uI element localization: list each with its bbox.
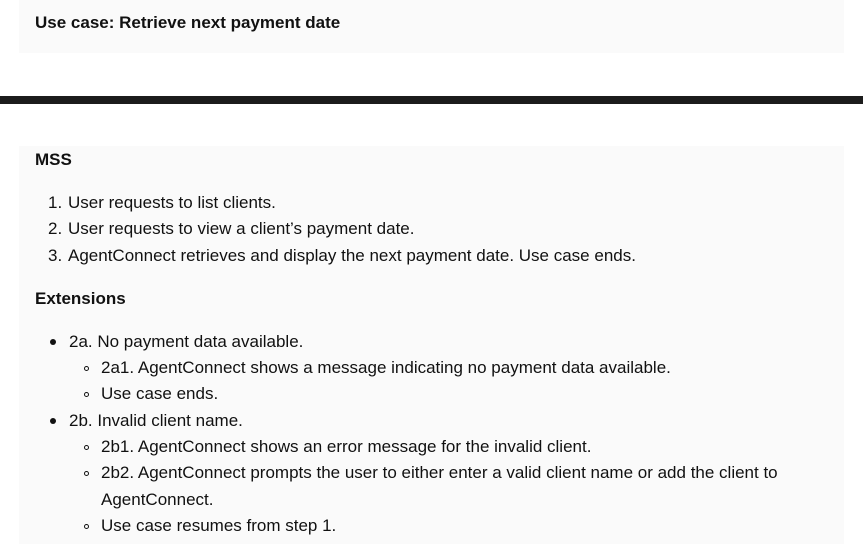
mss-step-text: User requests to view a client’s payment…: [68, 219, 415, 238]
mss-heading: MSS: [35, 150, 72, 169]
extension-subitem-continued: AgentConnect.: [101, 490, 214, 509]
extension-subitem: Use case resumes from step 1.: [101, 516, 337, 535]
extension-subitem: 2a1. AgentConnect shows a message indica…: [101, 358, 671, 377]
bullet-circle-icon: [84, 366, 89, 371]
bullet-disc-icon: [50, 339, 56, 345]
bullet-circle-icon: [84, 524, 89, 529]
use-case-title: Use case: Retrieve next payment date: [35, 13, 341, 32]
mss-step-number: 2.: [48, 219, 63, 238]
mss-step-number: 1.: [48, 193, 63, 212]
extensions-heading: Extensions: [35, 289, 126, 308]
mss-step-text: AgentConnect retrieves and display the n…: [68, 246, 636, 265]
bullet-circle-icon: [84, 392, 89, 397]
mss-step-text: User requests to list clients.: [68, 193, 276, 212]
mss-step-number: 3.: [48, 246, 63, 265]
bullet-circle-icon: [84, 445, 89, 450]
extension-item: 2b. Invalid client name.: [69, 411, 243, 430]
extension-item: 2a. No payment data available.: [69, 332, 304, 351]
bullet-circle-icon: [84, 471, 89, 476]
extension-subitem: 2b1. AgentConnect shows an error message…: [101, 437, 592, 456]
bullet-disc-icon: [50, 418, 56, 424]
extension-subitem: Use case ends.: [101, 384, 219, 403]
section-divider: [0, 96, 863, 104]
extension-subitem: 2b2. AgentConnect prompts the user to ei…: [101, 463, 778, 482]
